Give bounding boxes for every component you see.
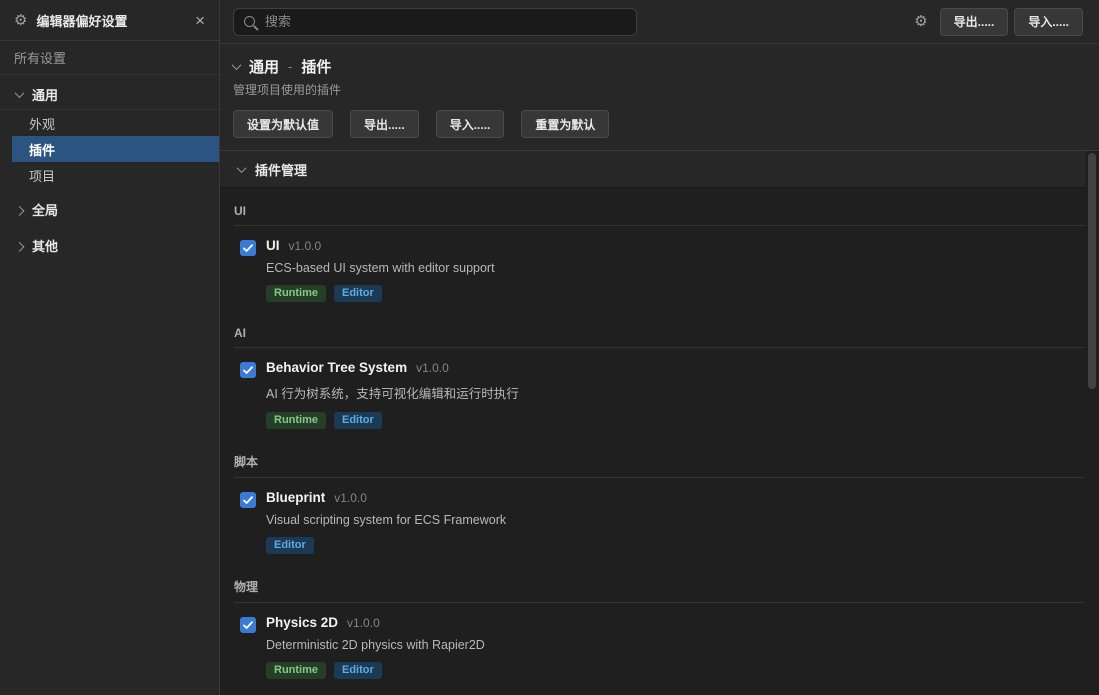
plugin-badges: Runtime Editor <box>266 662 485 679</box>
export-button[interactable]: 导出..... <box>940 8 1009 36</box>
sidebar: ⚙ 编辑器偏好设置 × 所有设置 通用 外观 插件 项目 全局 <box>0 0 220 695</box>
chevron-down-icon <box>232 60 242 70</box>
settings-gear-icon[interactable]: ⚙ <box>914 14 927 29</box>
tree-item-label: 插件 <box>29 140 55 159</box>
category-label: AI <box>234 326 1085 348</box>
tree-item-general[interactable]: 通用 <box>0 80 219 110</box>
plugin-category: UI UI v1.0.0 ECS-based UI system with ed… <box>220 188 1085 310</box>
close-icon[interactable]: × <box>195 12 205 29</box>
tree-item-project[interactable]: 项目 <box>0 162 219 188</box>
chevron-right-icon <box>15 205 25 215</box>
badge-runtime: Runtime <box>266 412 326 429</box>
plugin-enabled-checkbox[interactable] <box>240 492 256 508</box>
plugin-name: Physics 2D <box>266 615 338 630</box>
plugin-category: 脚本 Blueprint v1.0.0 Visual scripting sys… <box>220 437 1085 562</box>
section-title: 插件管理 <box>255 160 307 179</box>
chevron-right-icon <box>15 241 25 251</box>
plugin-item: Blueprint v1.0.0 Visual scripting system… <box>234 478 1085 562</box>
scrollbar-thumb[interactable] <box>1088 153 1096 389</box>
import-button[interactable]: 导入..... <box>1014 8 1083 36</box>
tree-item-appearance[interactable]: 外观 <box>0 110 219 136</box>
category-label: 物理 <box>234 578 1085 603</box>
badge-editor: Editor <box>266 537 314 554</box>
plugin-enabled-checkbox[interactable] <box>240 240 256 256</box>
chevron-down-icon <box>237 163 247 173</box>
tree-item-global[interactable]: 全局 <box>0 194 219 224</box>
plugin-badges: Editor <box>266 537 506 554</box>
search-icon <box>244 16 255 27</box>
set-default-button[interactable]: 设置为默认值 <box>233 110 333 138</box>
plugin-badges: Runtime Editor <box>266 412 519 429</box>
page-header: 通用 - 插件 管理项目使用的插件 设置为默认值 导出..... 导入.....… <box>220 44 1099 151</box>
plugin-category: AI Behavior Tree System v1.0.0 AI 行为树系统，… <box>220 310 1085 437</box>
plugin-item: Behavior Tree System v1.0.0 AI 行为树系统，支持可… <box>234 348 1085 437</box>
plugin-version: v1.0.0 <box>416 361 449 375</box>
export-settings-button[interactable]: 导出..... <box>350 110 419 138</box>
badge-editor: Editor <box>334 662 382 679</box>
topbar: ⚙ 导出..... 导入..... <box>220 0 1099 44</box>
sidebar-header: ⚙ 编辑器偏好设置 × <box>0 0 219 41</box>
tree-item-label: 全局 <box>32 200 58 219</box>
plugin-enabled-checkbox[interactable] <box>240 362 256 378</box>
category-label: UI <box>234 204 1085 226</box>
search-box[interactable] <box>233 8 637 36</box>
plugin-list: UI UI v1.0.0 ECS-based UI system with ed… <box>220 188 1085 687</box>
search-input[interactable] <box>265 14 626 29</box>
plugin-name: Behavior Tree System <box>266 360 407 375</box>
plugin-scroll-area: 插件管理 UI UI v1.0.0 ECS-based UI system wi… <box>220 151 1099 695</box>
plugin-version: v1.0.0 <box>347 616 380 630</box>
tree-item-label: 项目 <box>29 166 55 185</box>
badge-editor: Editor <box>334 412 382 429</box>
sidebar-item-all-settings[interactable]: 所有设置 <box>0 41 219 75</box>
plugin-enabled-checkbox[interactable] <box>240 617 256 633</box>
tree-item-label: 通用 <box>32 85 58 104</box>
badge-editor: Editor <box>334 285 382 302</box>
scrollbar <box>1085 151 1099 695</box>
checkmark-icon <box>243 366 253 375</box>
tree-item-plugins[interactable]: 插件 <box>12 136 219 162</box>
plugin-item: Physics 2D v1.0.0 Deterministic 2D physi… <box>234 603 1085 687</box>
gear-icon: ⚙ <box>14 13 27 28</box>
plugin-version: v1.0.0 <box>289 239 322 253</box>
breadcrumb-item: 插件 <box>301 56 331 77</box>
plugin-description: Deterministic 2D physics with Rapier2D <box>266 638 485 652</box>
settings-tree: 通用 外观 插件 项目 全局 其他 <box>0 75 219 260</box>
checkmark-icon <box>243 244 253 253</box>
checkmark-icon <box>243 496 253 505</box>
plugin-badges: Runtime Editor <box>266 285 495 302</box>
reset-default-button[interactable]: 重置为默认 <box>521 110 609 138</box>
breadcrumb-separator: - <box>288 59 292 74</box>
plugin-version: v1.0.0 <box>334 491 367 505</box>
import-settings-button[interactable]: 导入..... <box>436 110 505 138</box>
main-panel: ⚙ 导出..... 导入..... 通用 - 插件 管理项目使用的插件 设置为默… <box>220 0 1099 695</box>
plugin-name: UI <box>266 238 280 253</box>
plugin-description: AI 行为树系统，支持可视化编辑和运行时执行 <box>266 383 519 402</box>
section-plugin-management[interactable]: 插件管理 <box>220 151 1085 188</box>
plugin-name: Blueprint <box>266 490 325 505</box>
badge-runtime: Runtime <box>266 285 326 302</box>
breadcrumb[interactable]: 通用 - 插件 <box>233 55 1083 77</box>
checkmark-icon <box>243 621 253 630</box>
window-title: 编辑器偏好设置 <box>36 11 186 30</box>
badge-runtime: Runtime <box>266 662 326 679</box>
chevron-down-icon <box>15 88 25 98</box>
page-actions: 设置为默认值 导出..... 导入..... 重置为默认 <box>233 110 1083 138</box>
category-label: 脚本 <box>234 453 1085 478</box>
breadcrumb-group: 通用 <box>249 56 279 77</box>
plugin-item: UI v1.0.0 ECS-based UI system with edito… <box>234 226 1085 310</box>
tree-item-label: 外观 <box>29 114 55 133</box>
preferences-window: ⚙ 编辑器偏好设置 × 所有设置 通用 外观 插件 项目 全局 <box>0 0 1099 695</box>
plugin-description: ECS-based UI system with editor support <box>266 261 495 275</box>
tree-item-other[interactable]: 其他 <box>0 230 219 260</box>
tree-item-label: 其他 <box>32 236 58 255</box>
page-description: 管理项目使用的插件 <box>233 81 1083 98</box>
plugin-description: Visual scripting system for ECS Framewor… <box>266 513 506 527</box>
plugin-category: 物理 Physics 2D v1.0.0 Deterministic 2D ph… <box>220 562 1085 687</box>
